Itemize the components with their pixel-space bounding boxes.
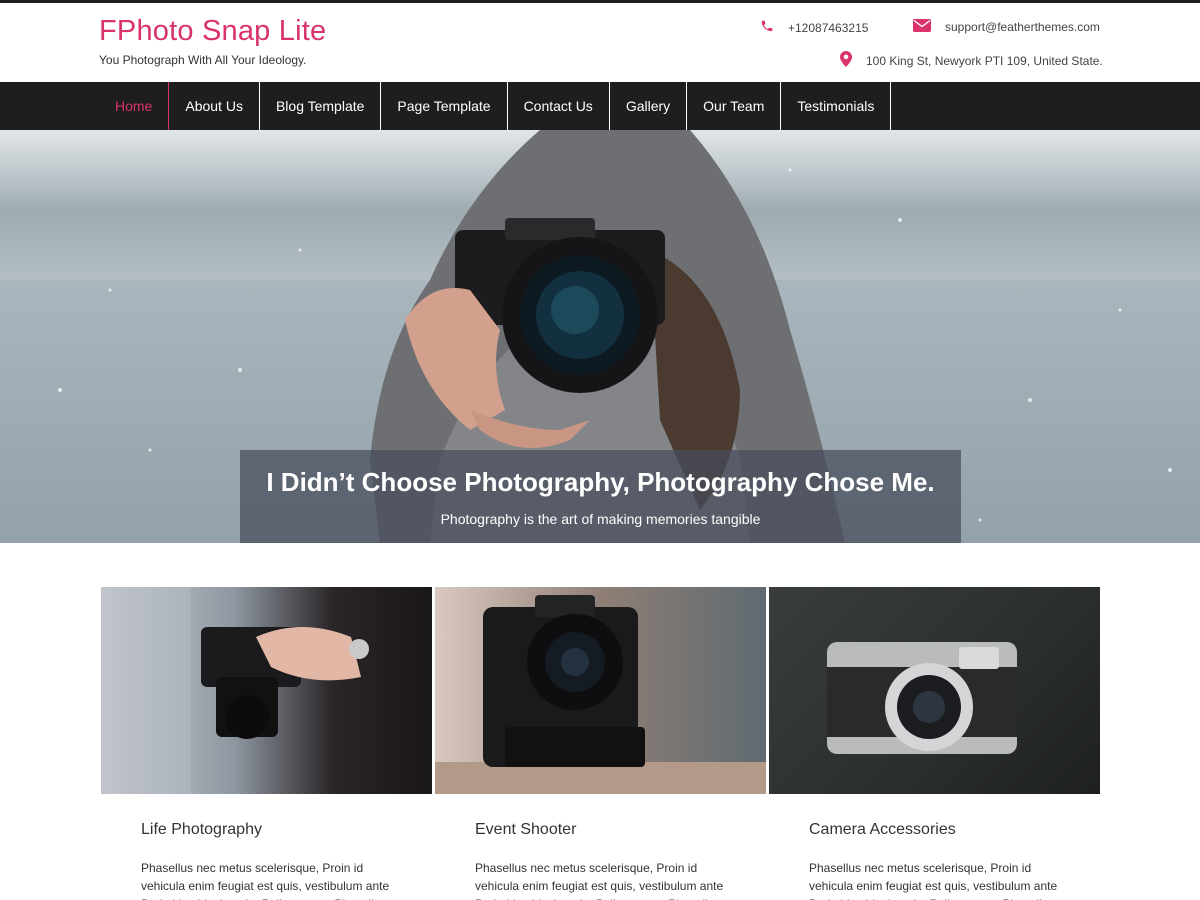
- feature-card: Camera Accessories Phasellus nec metus s…: [769, 587, 1100, 900]
- phone-icon: [760, 19, 774, 36]
- nav-item-blog-template[interactable]: Blog Template: [260, 82, 382, 130]
- feature-card: Life Photography Phasellus nec metus sce…: [101, 587, 432, 900]
- hero-caption: I Didn’t Choose Photography, Photography…: [240, 450, 961, 543]
- nav-item-contact-us[interactable]: Contact Us: [508, 82, 610, 130]
- feature-title[interactable]: Event Shooter: [475, 821, 766, 839]
- address-contact: 100 King St, Newyork PTI 109, United Sta…: [840, 51, 1103, 70]
- feature-description: Phasellus nec metus scelerisque, Proin i…: [141, 861, 390, 900]
- nav-menu: Home About Us Blog Template Page Templat…: [99, 82, 892, 130]
- email-address[interactable]: support@featherthemes.com: [945, 20, 1100, 34]
- hero-banner: I Didn’t Choose Photography, Photography…: [0, 130, 1200, 543]
- nav-item-about-us[interactable]: About Us: [169, 82, 260, 130]
- feature-description: Phasellus nec metus scelerisque, Proin i…: [475, 861, 724, 900]
- phone-number[interactable]: +12087463215: [788, 21, 868, 35]
- canon-camera-image: [435, 595, 766, 794]
- feature-card: Event Shooter Phasellus nec metus sceler…: [435, 587, 766, 900]
- nav-item-gallery[interactable]: Gallery: [610, 82, 688, 130]
- address-text: 100 King St, Newyork PTI 109, United Sta…: [866, 53, 1103, 68]
- feature-image-event-shooter[interactable]: [435, 587, 766, 794]
- site-tagline: You Photograph With All Your Ideology.: [99, 53, 307, 67]
- features-section: Life Photography Phasellus nec metus sce…: [101, 587, 1100, 900]
- email-contact: support@featherthemes.com: [913, 19, 1100, 35]
- site-title[interactable]: FPhoto Snap Lite: [99, 15, 326, 48]
- feature-description: Phasellus nec metus scelerisque, Proin i…: [809, 861, 1058, 900]
- envelope-icon: [913, 19, 931, 35]
- hero-subtitle: Photography is the art of making memorie…: [440, 511, 761, 527]
- main-navigation: Home About Us Blog Template Page Templat…: [0, 82, 1200, 130]
- nav-item-our-team[interactable]: Our Team: [687, 82, 782, 130]
- feature-title[interactable]: Camera Accessories: [809, 821, 1100, 839]
- site-header: FPhoto Snap Lite You Photograph With All…: [0, 3, 1200, 82]
- nav-item-home[interactable]: Home: [99, 82, 170, 130]
- map-pin-icon: [840, 51, 852, 70]
- phone-contact: +12087463215: [760, 19, 868, 36]
- vintage-camera-image: [827, 642, 1017, 754]
- feature-title[interactable]: Life Photography: [141, 821, 432, 839]
- nav-item-testimonials[interactable]: Testimonials: [781, 82, 892, 130]
- feature-image-life-photography[interactable]: [101, 587, 432, 794]
- nav-item-page-template[interactable]: Page Template: [381, 82, 508, 130]
- hero-title: I Didn’t Choose Photography, Photography…: [266, 467, 935, 497]
- camera-hands-image: [101, 587, 369, 794]
- feature-image-camera-accessories[interactable]: [769, 587, 1100, 794]
